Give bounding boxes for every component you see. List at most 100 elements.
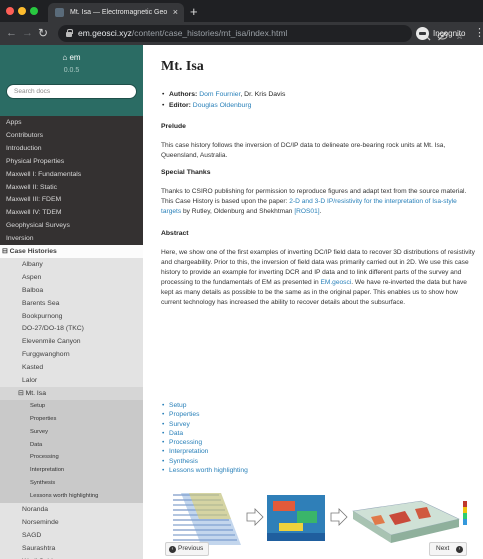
home-logo-link[interactable]: ⌂ em — [0, 53, 143, 62]
toc-link[interactable]: Processing — [169, 439, 202, 446]
url-text[interactable]: em.geosci.xyz/content/case_histories/mt_… — [78, 25, 287, 42]
authors-label: Authors: — [169, 91, 198, 98]
incognito-profile-button[interactable]: Incognito — [416, 26, 465, 41]
search-docs-input[interactable] — [6, 84, 137, 99]
toc-item-processing: Processing — [161, 438, 361, 448]
prelude-heading: Prelude — [161, 123, 186, 130]
figure-sections — [267, 495, 325, 541]
sidebar-item-introduction[interactable]: Introduction — [0, 142, 143, 155]
arrow-right-circle-icon: › — [456, 546, 463, 553]
toc-item-interpretation: Interpretation — [161, 447, 361, 457]
minimize-window-button[interactable] — [18, 7, 26, 15]
section-toc: Setup Properties Survey Data Processing Inter… — [161, 401, 361, 476]
address-bar[interactable]: em.geosci.xyz/content/case_histories/mt_… — [58, 25, 464, 42]
sidebar-item-saurashtra[interactable]: Saurashtra — [0, 541, 143, 555]
lock-icon[interactable] — [66, 29, 73, 37]
sidebar-item-processing[interactable]: Processing — [0, 451, 143, 465]
figure-3d-model — [352, 500, 460, 543]
meta-list: Authors: Dom Fournier, Dr. Kris Davis Ed… — [161, 89, 471, 111]
sidebar-item-bookpurnong[interactable]: Bookpurnong — [0, 309, 143, 323]
sidebar-item-mt-isa[interactable]: ⊟ Mt. Isa — [0, 386, 143, 400]
sidebar-item-inversion[interactable]: Inversion — [0, 232, 143, 245]
new-tab-button[interactable]: + — [190, 2, 198, 21]
sidebar-item-survey[interactable]: Survey — [0, 425, 143, 439]
em-geosci-link[interactable]: EM.geosci — [320, 279, 351, 286]
citation-ros01-link[interactable]: [ROS01] — [294, 208, 319, 215]
toc-item-properties: Properties — [161, 410, 361, 420]
sidebar-item-barents-sea[interactable]: Barents Sea — [0, 296, 143, 310]
incognito-label: Incognito — [433, 29, 466, 38]
toc-link[interactable]: Lessons worth highlighting — [169, 467, 248, 474]
toc-link[interactable]: Survey — [169, 421, 190, 428]
toc-item-data: Data — [161, 429, 361, 439]
zoom-window-button[interactable] — [30, 7, 38, 15]
toc-link[interactable]: Properties — [169, 411, 199, 418]
author-link-dom-fournier[interactable]: Dom Fournier — [199, 91, 240, 98]
forward-arrow-icon[interactable]: → — [22, 25, 33, 42]
sidebar-item-maxwell-iv-tdem[interactable]: Maxwell IV: TDEM — [0, 206, 143, 219]
editor-link[interactable]: Douglas Oldenburg — [193, 102, 252, 109]
sidebar-item-maxwell-iii-fdem[interactable]: Maxwell III: FDEM — [0, 193, 143, 206]
back-arrow-icon[interactable]: ← — [6, 25, 17, 42]
toc-item-setup: Setup — [161, 401, 361, 411]
editor-row: Editor: Douglas Oldenburg — [161, 100, 471, 111]
sidebar-item-albany[interactable]: Albany — [0, 257, 143, 271]
more-menu-icon[interactable]: ⋮ — [474, 25, 483, 42]
sidebar-item-lessons-worth-highlighting[interactable]: Lessons worth highlighting — [0, 490, 143, 504]
sidebar-item-norseminde[interactable]: Norseminde — [0, 515, 143, 529]
home-icon: ⌂ — [62, 53, 68, 62]
sidebar-item-geophysical-surveys[interactable]: Geophysical Surveys — [0, 219, 143, 232]
inversion-figure — [173, 493, 467, 545]
tab-title: Mt. Isa — Electromagnetic Geo — [70, 9, 168, 16]
sidebar-item-contributors[interactable]: Contributors — [0, 129, 143, 142]
sidebar-item-wadi-sabha[interactable]: Wadi Sabha — [0, 554, 143, 559]
toc-link[interactable]: Synthesis — [169, 458, 198, 465]
reload-icon[interactable]: ↻ — [38, 25, 48, 42]
abstract-text: Here, we show one of the first examples … — [161, 249, 475, 306]
special-thanks-text: Thanks to CSIRO publishing for permissio… — [161, 188, 467, 215]
sidebar-item-sagd[interactable]: SAGD — [0, 528, 143, 542]
browser-toolbar: ← → ↻ em.geosci.xyz/content/case_histori… — [0, 22, 483, 45]
previous-label: Previous — [178, 545, 204, 552]
prelude-text: This case history follows the inversion … — [161, 142, 446, 159]
sidebar-item-noranda[interactable]: Noranda — [0, 503, 143, 516]
toc-link[interactable]: Data — [169, 430, 183, 437]
toc-link[interactable]: Setup — [169, 402, 186, 409]
toc-item-lessons-worth-highlighting: Lessons worth highlighting — [161, 466, 361, 476]
sidebar-item-aspen[interactable]: Aspen — [0, 270, 143, 284]
sidebar-item-properties[interactable]: Properties — [0, 412, 143, 426]
toc-link[interactable]: Interpretation — [169, 448, 208, 455]
editor-label: Editor: — [169, 102, 191, 109]
sidebar-item-do-27-do-18-tkc[interactable]: DO-27/DO-18 (TKC) — [0, 322, 143, 336]
sidebar-item-setup[interactable]: Setup — [0, 399, 143, 413]
toc-item-survey: Survey — [161, 420, 361, 430]
tab-close-icon[interactable]: × — [173, 3, 178, 22]
special-thanks-heading: Special Thanks — [161, 169, 211, 176]
sidebar-item-case-histories[interactable]: ⊟ Case Histories — [0, 245, 143, 258]
sidebar-item-interpretation[interactable]: Interpretation — [0, 464, 143, 478]
sidebar-item-maxwell-ii-static[interactable]: Maxwell II: Static — [0, 181, 143, 194]
previous-page-button[interactable]: ‹ Previous — [165, 542, 209, 556]
browser-titlebar: Mt. Isa — Electromagnetic Geo × + — [0, 0, 483, 22]
sidebar-item-maxwell-i-fundamentals[interactable]: Maxwell I: Fundamentals — [0, 168, 143, 181]
close-window-button[interactable] — [6, 7, 14, 15]
browser-tab[interactable]: Mt. Isa — Electromagnetic Geo × — [48, 3, 184, 22]
main-content: Mt. Isa Authors: Dom Fournier, Dr. Kris … — [143, 45, 483, 559]
next-label: Next — [436, 545, 450, 552]
sidebar-item-physical-properties[interactable]: Physical Properties — [0, 155, 143, 168]
docs-version: 0.0.5 — [63, 67, 80, 74]
authors-row: Authors: Dom Fournier, Dr. Kris Davis — [161, 89, 471, 100]
authors-rest: , Dr. Kris Davis — [240, 91, 286, 98]
figure-colorbar — [463, 501, 467, 525]
toc-item-synthesis: Synthesis — [161, 457, 361, 467]
sidebar-item-balboa[interactable]: Balboa — [0, 283, 143, 297]
incognito-icon — [416, 27, 429, 40]
sidebar-item-synthesis[interactable]: Synthesis — [0, 477, 143, 491]
sidebar-item-kasted[interactable]: Kasted — [0, 361, 143, 375]
sidebar-item-data[interactable]: Data — [0, 438, 143, 452]
sidebar-item-furggwanghorn[interactable]: Furggwanghorn — [0, 348, 143, 362]
sidebar-item-elevenmile-canyon[interactable]: Elevenmile Canyon — [0, 335, 143, 349]
sidebar-item-apps[interactable]: Apps — [0, 116, 143, 129]
sidebar-item-lalor[interactable]: Lalor — [0, 374, 143, 387]
next-page-button[interactable]: Next › — [429, 542, 467, 556]
